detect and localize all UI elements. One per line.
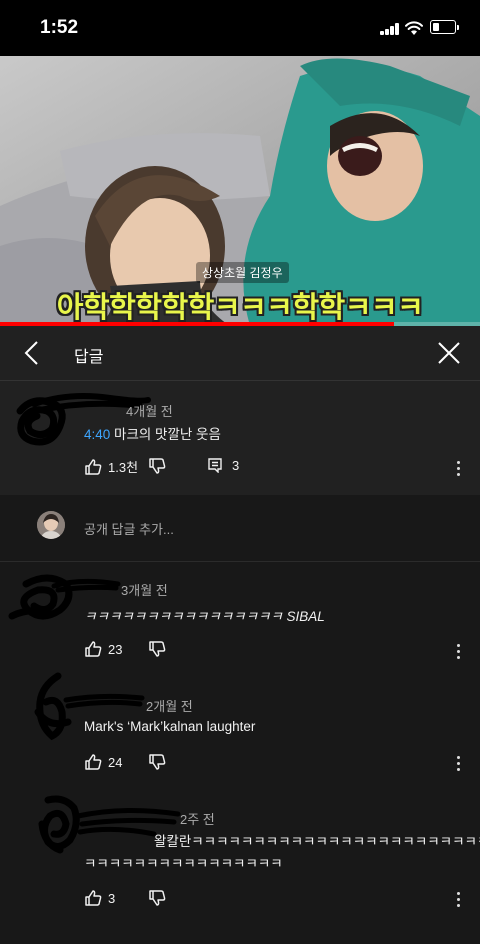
video-player[interactable]: 상상초월 김정우 아학학학학학ㅋㅋㅋ학학ㅋㅋㅋ (0, 56, 480, 326)
replies-title: 답글 (74, 349, 104, 366)
thumbs-up-icon (85, 890, 102, 906)
video-caption-name: 상상초월 김정우 (196, 262, 289, 283)
comment-body: 마크의 맛깔난 웃음 (110, 427, 221, 442)
video-caption-main: 아학학학학학ㅋㅋㅋ학학ㅋㅋㅋ (56, 292, 424, 324)
thumbs-up-icon (85, 458, 102, 475)
comment-icon (208, 458, 222, 473)
dislike-button[interactable] (148, 889, 166, 907)
more-options-button[interactable] (452, 459, 464, 479)
comment-text: 4:40 마크의 맛깔난 웃음 (84, 423, 221, 443)
like-button[interactable]: 1.3천 (84, 457, 138, 476)
parent-comment: 4개월 전 4:40 마크의 맛깔난 웃음 1.3천 3 (0, 381, 480, 495)
thumbs-up-icon (85, 641, 102, 657)
reply-count-button[interactable]: 3 (207, 457, 239, 473)
more-options-button[interactable] (452, 890, 464, 910)
add-reply-input[interactable]: 공개 답글 추가... (84, 519, 174, 538)
like-count: 24 (108, 754, 123, 770)
status-bar: 1:52 (0, 0, 480, 56)
dislike-button[interactable] (148, 753, 166, 771)
back-button[interactable] (20, 340, 46, 366)
thumbs-up-icon (85, 754, 102, 770)
thumbs-down-icon (149, 641, 166, 657)
reply-text-line1: 왈칼란ㅋㅋㅋㅋㅋㅋㅋㅋㅋㅋㅋㅋㅋㅋㅋㅋㅋㅋㅋㅋㅋㅋㅋㅋ (154, 834, 480, 849)
reply-age: 2주 전 (180, 812, 215, 827)
like-button[interactable]: 24 (84, 753, 122, 771)
battery-icon (430, 20, 459, 34)
dislike-button[interactable] (148, 640, 166, 658)
like-count: 23 (108, 641, 123, 657)
add-reply-row[interactable]: 공개 답글 추가... (0, 495, 480, 562)
replies-header: 답글 (0, 326, 480, 381)
like-count: 3 (108, 890, 116, 906)
like-button[interactable]: 3 (84, 889, 115, 907)
reply-item: 2개월 전 Mark's ‘Mark’kalnan laughter 24 (0, 670, 480, 782)
more-options-button[interactable] (452, 754, 464, 774)
reply-text: ㅋㅋㅋㅋㅋㅋㅋㅋㅋㅋㅋㅋㅋㅋㅋㅋ SIBAL (84, 609, 325, 624)
thumbs-down-icon (149, 458, 166, 474)
redacted-author-name (51, 578, 121, 593)
reply-item: 2주 전 왈칼란ㅋㅋㅋㅋㅋㅋㅋㅋㅋㅋㅋㅋㅋㅋㅋㅋㅋㅋㅋㅋㅋㅋㅋㅋ ㅋㅋㅋㅋㅋㅋㅋ… (0, 782, 480, 944)
reply-text-line2: ㅋㅋㅋㅋㅋㅋㅋㅋㅋㅋㅋㅋㅋㅋㅋㅋ (84, 856, 283, 871)
reply-item: 3개월 전 ㅋㅋㅋㅋㅋㅋㅋㅋㅋㅋㅋㅋㅋㅋㅋㅋ SIBAL 23 (0, 562, 480, 670)
timestamp-link[interactable]: 4:40 (84, 427, 110, 442)
like-button[interactable]: 23 (84, 640, 122, 658)
thumbs-down-icon (149, 754, 166, 770)
wifi-icon (405, 21, 423, 35)
like-count: 1.3천 (108, 460, 139, 475)
close-button[interactable] (435, 339, 463, 367)
reply-age: 2개월 전 (146, 699, 193, 714)
cellular-signal-icon (380, 23, 400, 35)
my-avatar (37, 511, 65, 539)
reply-age: 3개월 전 (121, 583, 168, 598)
dislike-button[interactable] (148, 457, 166, 475)
reply-text: Mark's ‘Mark’kalnan laughter (84, 719, 256, 734)
thumbs-down-icon (149, 890, 166, 906)
more-options-button[interactable] (452, 642, 464, 662)
comment-age: 4개월 전 (126, 404, 173, 419)
reply-count: 3 (232, 457, 240, 473)
status-time: 1:52 (40, 17, 79, 38)
redacted-author-name (63, 693, 145, 709)
